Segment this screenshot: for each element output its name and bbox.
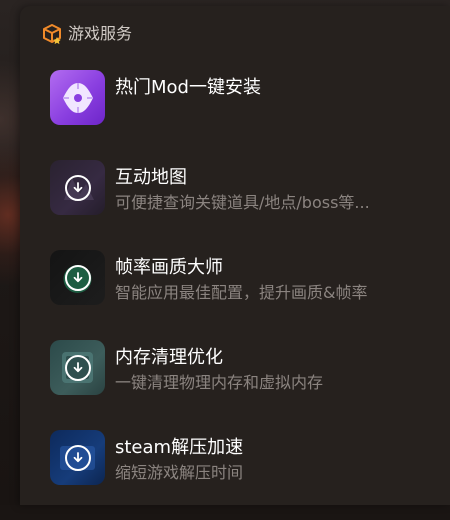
mod-icon bbox=[50, 70, 105, 125]
panel-title: 游戏服务 bbox=[68, 24, 133, 43]
panel-header: 游戏服务 bbox=[41, 23, 132, 45]
service-description: 一键清理物理内存和虚拟内存 bbox=[115, 373, 324, 392]
service-description: 可便捷查询关键道具/地点/boss等... bbox=[115, 193, 370, 212]
service-title: steam解压加速 bbox=[115, 437, 244, 458]
service-title: 热门Mod一键安装 bbox=[115, 77, 261, 98]
service-item-interactive-map[interactable]: 互动地图 可便捷查询关键道具/地点/boss等... bbox=[50, 160, 430, 250]
download-icon bbox=[64, 444, 91, 471]
service-description: 智能应用最佳配置，提升画质&帧率 bbox=[115, 283, 368, 302]
steam-icon bbox=[50, 430, 105, 485]
service-list: 热门Mod一键安装 互动地图 可便捷查询关键道具/地点/boss等... 帧率画… bbox=[50, 70, 450, 520]
service-item-mod-install[interactable]: 热门Mod一键安装 bbox=[50, 70, 430, 160]
service-item-memory-cleanup[interactable]: 内存清理优化 一键清理物理内存和虚拟内存 bbox=[50, 340, 430, 430]
service-item-steam-unpack[interactable]: steam解压加速 缩短游戏解压时间 bbox=[50, 430, 430, 520]
game-services-panel: 游戏服务 热门Mod一键安装 互动地图 可便捷查询关键道具/地点/boss等..… bbox=[20, 6, 450, 505]
service-description: 缩短游戏解压时间 bbox=[115, 463, 244, 482]
service-title: 互动地图 bbox=[115, 167, 187, 188]
fps-icon bbox=[50, 250, 105, 305]
map-icon bbox=[50, 160, 105, 215]
box-icon bbox=[41, 23, 63, 45]
service-item-fps-quality[interactable]: 帧率画质大师 智能应用最佳配置，提升画质&帧率 bbox=[50, 250, 430, 340]
download-icon bbox=[64, 174, 91, 201]
download-icon bbox=[64, 354, 91, 381]
download-icon bbox=[64, 264, 91, 291]
service-title: 内存清理优化 bbox=[115, 347, 223, 368]
memory-icon bbox=[50, 340, 105, 395]
service-title: 帧率画质大师 bbox=[115, 257, 223, 278]
